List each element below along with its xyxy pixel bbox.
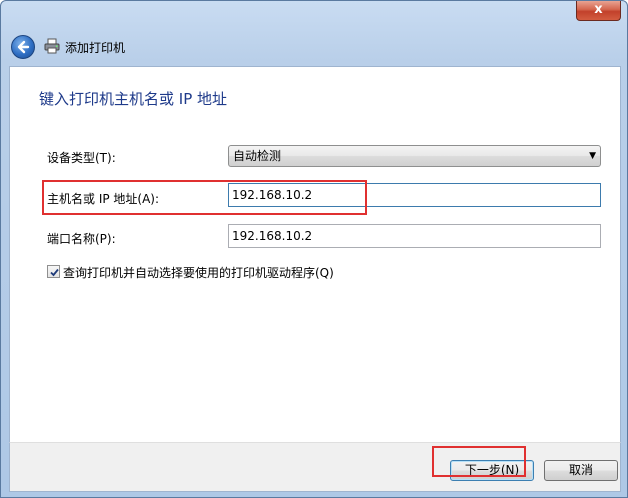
- device-type-select[interactable]: 自动检测 ▼: [228, 145, 601, 167]
- printer-icon: [44, 38, 60, 54]
- port-name-input[interactable]: 192.168.10.2: [228, 224, 601, 248]
- back-button[interactable]: [11, 35, 35, 59]
- device-type-label: 设备类型(T):: [47, 151, 116, 165]
- hostname-highlight-box: [42, 180, 367, 215]
- auto-driver-label: 查询打印机并自动选择要使用的打印机驱动程序(Q): [63, 266, 334, 280]
- close-button[interactable]: x: [576, 1, 621, 21]
- cancel-button[interactable]: 取消: [544, 460, 618, 481]
- chevron-down-icon: ▼: [589, 151, 596, 161]
- close-icon: x: [594, 2, 603, 17]
- window-title: 添加打印机: [65, 41, 126, 55]
- page-heading: 键入打印机主机名或 IP 地址: [39, 90, 228, 108]
- auto-driver-checkbox[interactable]: [47, 265, 60, 278]
- device-type-value: 自动检测: [233, 149, 282, 163]
- add-printer-window: x 添加打印机 键入打印机主机名或 IP 地址 设备类型(T): 自动检测 ▼ …: [0, 0, 628, 498]
- content-panel: [9, 66, 621, 443]
- port-name-label: 端口名称(P):: [47, 232, 116, 246]
- next-button-highlight-box: [432, 446, 526, 477]
- back-arrow-icon: [17, 40, 30, 54]
- checkmark-icon: [50, 268, 59, 277]
